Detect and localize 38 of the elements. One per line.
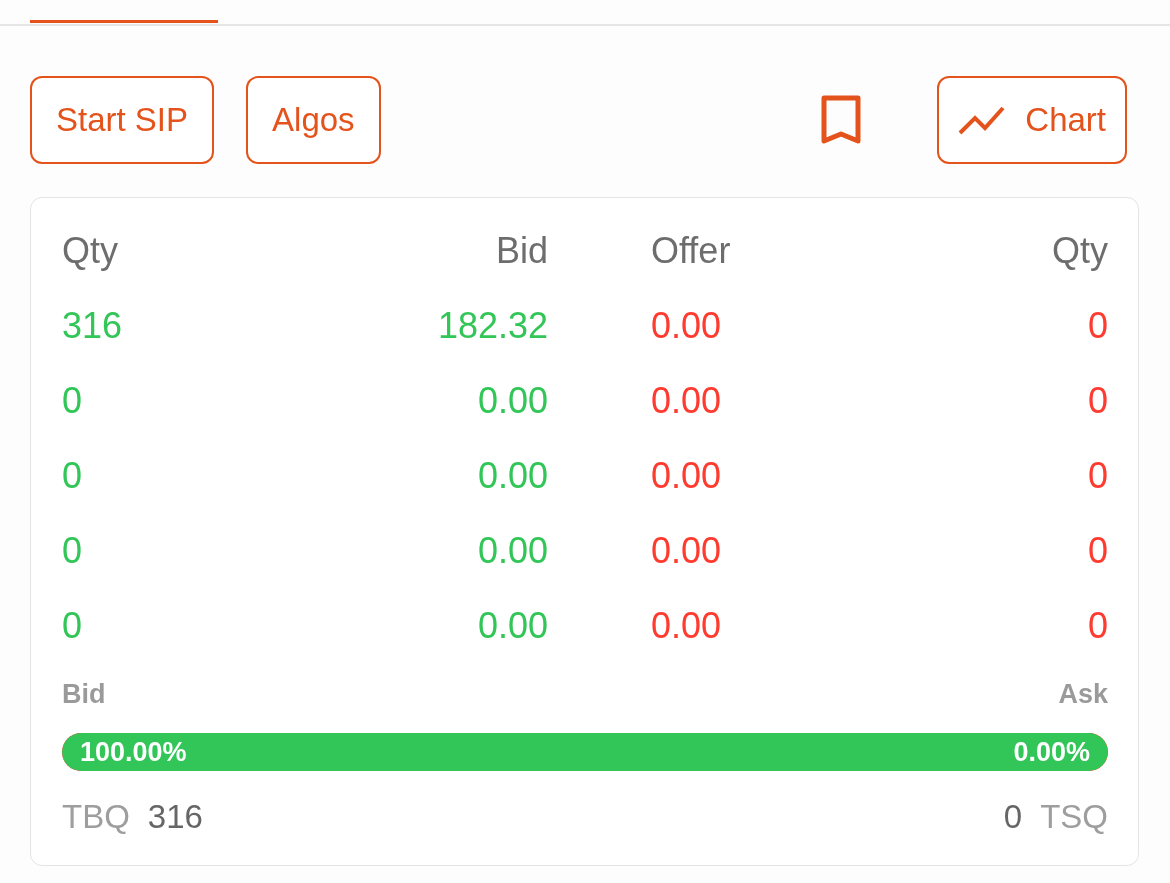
table-cell-text: 0	[1086, 453, 1108, 498]
table-cell-text: 0.00	[476, 453, 549, 498]
table-cell-text: 0	[1086, 603, 1108, 648]
column-header: Offer	[650, 228, 732, 273]
tbq-label: TBQ	[62, 798, 130, 836]
ask-percent: 0.00%	[1013, 736, 1090, 768]
column-header: Bid	[494, 228, 549, 273]
table-cell-text: 0	[62, 528, 84, 573]
bookmark-icon	[821, 95, 862, 145]
action-button[interactable]: Start SIP	[30, 76, 215, 164]
table-cell-text: 0.00	[650, 603, 723, 648]
table-cell-text: 0.00	[650, 303, 723, 348]
tsq-label: TSQ	[1040, 798, 1108, 836]
table-cell-text: 316	[62, 303, 124, 348]
bid-label: Bid	[62, 678, 106, 710]
chart-button[interactable]: Chart	[937, 76, 1127, 164]
column-header: Qty	[62, 228, 119, 273]
table-cell-text: 0	[62, 603, 84, 648]
table-cell-text: 0.00	[476, 603, 549, 648]
table-cell-text: 182.32	[436, 303, 549, 348]
table-cell-text: 0.00	[476, 378, 549, 423]
table-cell-text: 0.00	[650, 378, 723, 423]
bookmark-button[interactable]	[821, 95, 862, 145]
table-cell-text: 0	[1086, 378, 1108, 423]
table-cell-text: 0.00	[476, 528, 549, 573]
tsq-value: 0	[1003, 798, 1023, 836]
table-cell-text: 0.00	[650, 528, 723, 573]
column-header: Qty	[1051, 228, 1108, 273]
line-chart-icon	[958, 105, 1006, 135]
ask-label: Ask	[1058, 678, 1108, 710]
table-cell-text: 0	[62, 453, 84, 498]
table-cell-text: 0	[1086, 528, 1108, 573]
action-button[interactable]: Algos	[246, 76, 381, 164]
bid-percent: 100.00%	[80, 736, 187, 768]
table-cell-text: 0	[1086, 303, 1108, 348]
tbq-value: 316	[147, 798, 203, 836]
table-cell-text: 0.00	[650, 453, 723, 498]
table-cell-text: 0	[62, 378, 84, 423]
